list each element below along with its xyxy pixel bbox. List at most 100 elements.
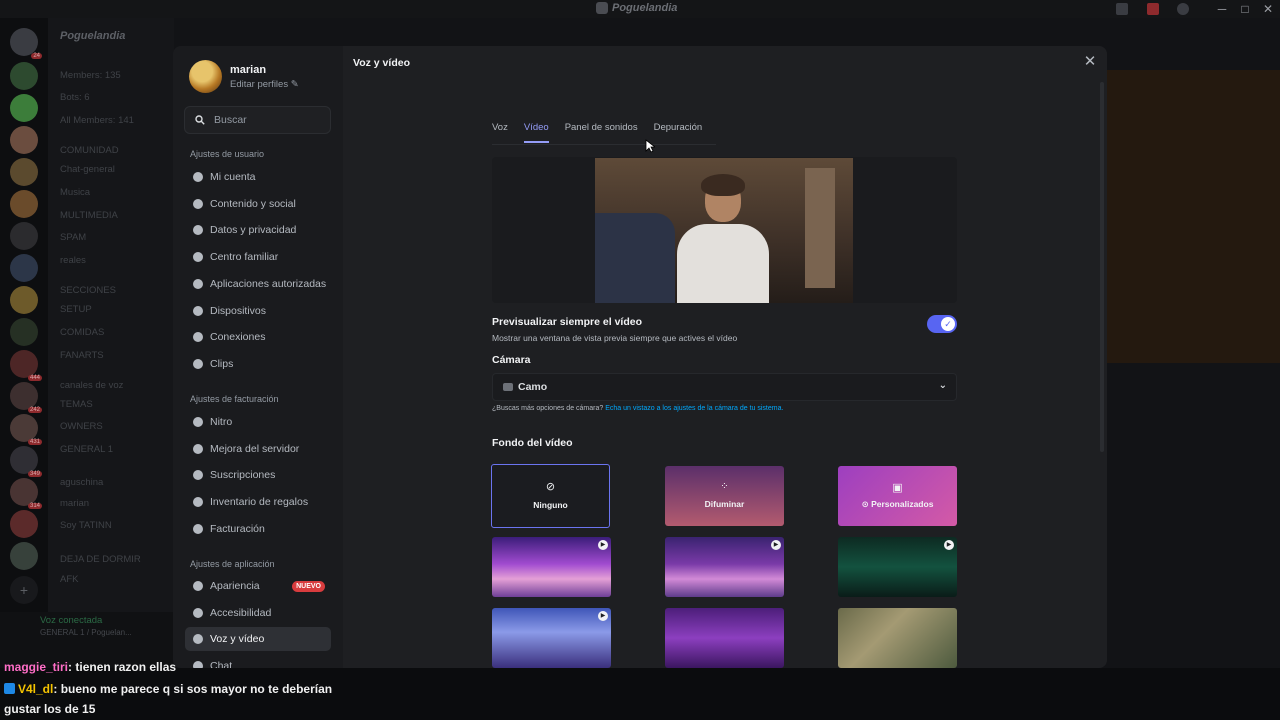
guild-icon[interactable]: 431 bbox=[10, 414, 42, 445]
help-icon[interactable] bbox=[1177, 3, 1189, 15]
guild-icon[interactable]: 24 bbox=[10, 28, 42, 59]
bg-option-preset[interactable]: ▶ bbox=[492, 537, 611, 597]
tab-soundboard[interactable]: Panel de sonidos bbox=[565, 122, 638, 143]
sidebar-item-facturacion[interactable]: Facturación bbox=[185, 517, 331, 541]
page-title: Voz y vídeo bbox=[353, 57, 410, 69]
bg-option-blur[interactable]: ⁘ Difuminar bbox=[665, 466, 784, 526]
guild-icon[interactable] bbox=[10, 318, 38, 346]
bg-channel-item[interactable]: reales bbox=[60, 255, 86, 266]
bg-channel-item[interactable]: Musica bbox=[60, 187, 90, 198]
bg-channel-item[interactable]: All Members: 141 bbox=[60, 115, 134, 126]
guild-icon[interactable] bbox=[10, 190, 38, 218]
guild-icon[interactable] bbox=[10, 62, 38, 90]
bg-channel-item[interactable]: SETUP bbox=[60, 304, 92, 315]
bg-channel-item[interactable]: DEJA DE DORMIR bbox=[60, 554, 141, 565]
guild-icon[interactable]: 444 bbox=[10, 350, 42, 381]
avatar[interactable] bbox=[189, 60, 222, 93]
bg-channel-item[interactable]: marian bbox=[60, 498, 89, 509]
edit-profiles-link[interactable]: Editar perfiles ✎ bbox=[230, 79, 299, 90]
facturacion-icon bbox=[193, 523, 203, 534]
guild-icon[interactable] bbox=[10, 254, 38, 282]
sidebar-item-aplicaciones-autorizadas[interactable]: Aplicaciones autorizadas bbox=[185, 272, 331, 296]
bg-channel-item[interactable]: FANARTS bbox=[60, 350, 104, 361]
guild-icon[interactable]: 314 bbox=[10, 478, 42, 509]
bg-channel-item[interactable]: OWNERS bbox=[60, 421, 103, 432]
inbox-icon[interactable] bbox=[1116, 3, 1128, 15]
bg-channel-item[interactable]: COMUNIDAD bbox=[60, 145, 119, 156]
sidebar-item-apariencia[interactable]: Apariencia NUEVO bbox=[185, 574, 331, 598]
sidebar-item-centro-familiar[interactable]: Centro familiar bbox=[185, 245, 331, 269]
bg-option-custom[interactable]: ▣ ⊙ Personalizados bbox=[838, 466, 957, 526]
camera-select[interactable]: Camo ⌄ bbox=[492, 373, 957, 401]
guild-icon[interactable] bbox=[10, 158, 38, 186]
guild-icon[interactable] bbox=[10, 510, 38, 538]
scrollbar[interactable] bbox=[1100, 82, 1104, 452]
clips-icon bbox=[193, 358, 203, 369]
bg-channel-item[interactable]: GENERAL 1 bbox=[60, 444, 113, 455]
bg-channel-item[interactable]: AFK bbox=[60, 574, 78, 585]
sidebar-item-datos-y-privacidad[interactable]: Datos y privacidad bbox=[185, 218, 331, 242]
bg-channel-item[interactable]: COMIDAS bbox=[60, 327, 104, 338]
play-icon: ▶ bbox=[598, 540, 608, 550]
sidebar-item-dispositivos[interactable]: Dispositivos bbox=[185, 299, 331, 323]
close-icon[interactable]: ✕ bbox=[1083, 54, 1097, 69]
bg-channel-item[interactable]: SPAM bbox=[60, 232, 86, 243]
add-server-icon[interactable]: + bbox=[10, 576, 38, 604]
play-icon: ▶ bbox=[771, 540, 781, 550]
guild-icon[interactable] bbox=[10, 286, 38, 314]
close-window-button[interactable]: ✕ bbox=[1261, 2, 1275, 16]
screen-share-icon[interactable] bbox=[1147, 3, 1159, 15]
server-name: Poguelandia bbox=[60, 30, 126, 42]
sidebar-item-mi-cuenta[interactable]: Mi cuenta bbox=[185, 165, 331, 189]
bg-option-preset[interactable]: ▶ bbox=[492, 608, 611, 668]
tab-voz[interactable]: Voz bbox=[492, 122, 508, 143]
guild-icon[interactable] bbox=[10, 222, 38, 250]
bg-channel-item[interactable]: Bots: 6 bbox=[60, 92, 90, 103]
guild-icon[interactable] bbox=[10, 94, 38, 122]
bg-channel-item[interactable]: SECCIONES bbox=[60, 285, 116, 296]
sidebar-item-accesibilidad[interactable]: Accesibilidad bbox=[185, 601, 331, 625]
sidebar-item-inventario-de-regalos[interactable]: Inventario de regalos bbox=[185, 490, 331, 514]
bg-channel-item[interactable]: aguschina bbox=[60, 477, 103, 488]
sidebar-item-voz-y-video[interactable]: Voz y vídeo bbox=[185, 627, 331, 652]
bg-option-preset[interactable]: ▶ bbox=[665, 537, 784, 597]
bg-option-preset[interactable] bbox=[665, 608, 784, 668]
sidebar-item-contenido-y-social[interactable]: Contenido y social bbox=[185, 192, 331, 216]
search-input[interactable]: Buscar bbox=[184, 106, 331, 134]
bg-option-none[interactable]: ⊘ Ninguno bbox=[491, 464, 610, 528]
voz-y-video-icon bbox=[193, 634, 203, 645]
title-bar: Poguelandia ─ □ ✕ bbox=[0, 0, 1280, 18]
guild-icon[interactable] bbox=[10, 542, 38, 570]
tab-debug[interactable]: Depuración bbox=[654, 122, 703, 143]
sidebar-item-suscripciones[interactable]: Suscripciones bbox=[185, 463, 331, 487]
guild-icon[interactable] bbox=[10, 126, 38, 154]
sidebar-item-mejora-del-servidor[interactable]: Mejora del servidor bbox=[185, 437, 331, 461]
preview-always-desc: Mostrar una ventana de vista previa siem… bbox=[492, 333, 738, 343]
profile-header[interactable]: marian Editar perfiles ✎ bbox=[189, 60, 299, 93]
mejora-del-servidor-icon bbox=[193, 443, 203, 454]
bg-channel-item[interactable]: Members: 135 bbox=[60, 70, 121, 81]
chat-message: maggie_tiri: tienen razon ellas bbox=[4, 660, 177, 674]
bg-channel-item[interactable]: Chat-general bbox=[60, 164, 115, 175]
sidebar-item-conexiones[interactable]: Conexiones bbox=[185, 325, 331, 349]
bg-channel-item[interactable]: Soy TATINN bbox=[60, 520, 112, 531]
minimize-button[interactable]: ─ bbox=[1215, 2, 1229, 16]
bg-option-preset[interactable]: ▶ bbox=[838, 537, 957, 597]
camera-hint: ¿Buscas más opciones de cámara? Echa un … bbox=[492, 405, 784, 412]
bg-channel-item[interactable]: MULTIMEDIA bbox=[60, 210, 118, 221]
bg-channel-item[interactable]: canales de voz bbox=[60, 380, 123, 391]
guild-icon[interactable]: 242 bbox=[10, 382, 42, 413]
bg-channel-item[interactable]: TEMAS bbox=[60, 399, 93, 410]
maximize-button[interactable]: □ bbox=[1238, 2, 1252, 16]
guild-icon[interactable]: 349 bbox=[10, 446, 42, 477]
app-settings-title: Ajustes de aplicación bbox=[190, 559, 275, 569]
tab-video[interactable]: Vídeo bbox=[523, 122, 549, 143]
camera-settings-link[interactable]: Echa un vistazo a los ajustes de la cáma… bbox=[605, 405, 783, 412]
camera-icon bbox=[503, 383, 513, 391]
preview-always-toggle[interactable]: ✓ bbox=[927, 315, 957, 333]
sidebar-item-clips[interactable]: Clips bbox=[185, 352, 331, 376]
sidebar-item-nitro[interactable]: Nitro bbox=[185, 410, 331, 434]
chat-message: V4l_dl: bueno me parece q si sos mayor n… bbox=[4, 682, 332, 696]
bg-option-preset[interactable] bbox=[838, 608, 957, 668]
user-settings-title: Ajustes de usuario bbox=[190, 149, 265, 159]
